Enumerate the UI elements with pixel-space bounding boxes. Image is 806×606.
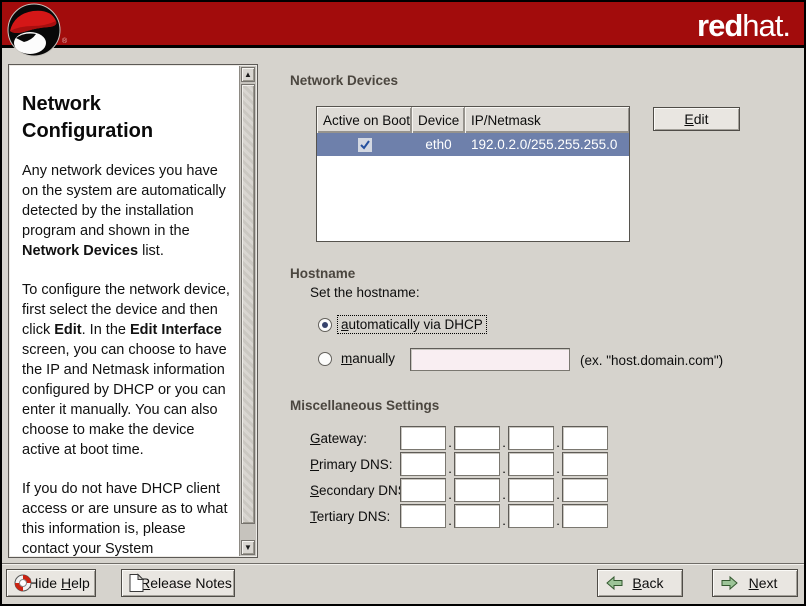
primary-dns-label: Primary DNS:	[310, 457, 393, 472]
help-content: Network Configuration Any network device…	[9, 65, 239, 557]
redhat-wordmark: redhat.	[697, 8, 790, 44]
octet-dot: .	[500, 462, 508, 476]
scrollbar-down-icon[interactable]: ▼	[241, 540, 255, 555]
secondary-dns-octet-2[interactable]	[454, 478, 500, 502]
active-on-boot-cell	[317, 138, 412, 152]
secondary-dns-octet-row: ...	[400, 478, 614, 502]
lifebuoy-icon	[14, 574, 32, 592]
registered-trademark: ®	[62, 38, 67, 45]
arrow-left-icon	[605, 575, 624, 591]
active-on-boot-checkbox[interactable]	[358, 138, 372, 152]
octet-dot: .	[446, 514, 454, 528]
gateway-octet-3[interactable]	[508, 426, 554, 450]
octet-dot: .	[554, 514, 562, 528]
next-button[interactable]: Next	[712, 569, 798, 597]
octet-dot: .	[554, 462, 562, 476]
tertiary-dns-octet-4[interactable]	[562, 504, 608, 528]
tertiary-dns-label: Tertiary DNS:	[310, 509, 390, 524]
ip-netmask-cell: 192.0.2.0/255.255.255.0	[465, 137, 629, 152]
hostname-input[interactable]	[410, 348, 570, 371]
scrollbar-thumb[interactable]	[241, 84, 255, 524]
octet-dot: .	[500, 514, 508, 528]
table-row-eth0[interactable]: eth0 192.0.2.0/255.255.255.0	[317, 133, 629, 156]
secondary-dns-octet-1[interactable]	[400, 478, 446, 502]
help-panel: Network Configuration Any network device…	[8, 64, 258, 558]
gateway-octet-4[interactable]	[562, 426, 608, 450]
help-paragraph-3: If you do not have DHCP client access or…	[22, 479, 233, 557]
back-button[interactable]: Back	[597, 569, 683, 597]
radio-unselected-icon[interactable]	[318, 352, 332, 366]
column-header-ip-netmask[interactable]: IP/Netmask	[465, 107, 629, 133]
gateway-octet-1[interactable]	[400, 426, 446, 450]
scrollbar-up-icon[interactable]: ▲	[241, 67, 255, 82]
wordmark-hat: hat.	[742, 8, 790, 43]
octet-dot: .	[446, 462, 454, 476]
radio-selected-icon[interactable]	[318, 318, 332, 332]
primary-dns-octet-3[interactable]	[508, 452, 554, 476]
tertiary-dns-octet-2[interactable]	[454, 504, 500, 528]
octet-dot: .	[554, 488, 562, 502]
hostname-hint: (ex. "host.domain.com")	[580, 353, 723, 368]
octet-dot: .	[446, 436, 454, 450]
primary-dns-octet-2[interactable]	[454, 452, 500, 476]
misc-settings-section-label: Miscellaneous Settings	[290, 398, 439, 413]
hostname-manual-label[interactable]: manually	[338, 350, 398, 367]
octet-dot: .	[554, 436, 562, 450]
primary-dns-octet-4[interactable]	[562, 452, 608, 476]
tertiary-dns-octet-1[interactable]	[400, 504, 446, 528]
network-devices-section-label: Network Devices	[290, 73, 398, 88]
primary-dns-octet-1[interactable]	[400, 452, 446, 476]
tertiary-dns-octet-3[interactable]	[508, 504, 554, 528]
network-devices-table: Active on Boot Device IP/Netmask eth0 19…	[316, 106, 630, 242]
hostname-auto-label[interactable]: automatically via DHCP	[338, 316, 486, 333]
help-paragraph-2: To configure the network device, first s…	[22, 280, 233, 460]
edit-button[interactable]: Edit	[653, 107, 740, 131]
secondary-dns-label: Secondary DNS:	[310, 483, 411, 498]
gateway-label: Gateway:	[310, 431, 367, 446]
column-header-active-on-boot[interactable]: Active on Boot	[317, 107, 412, 133]
octet-dot: .	[500, 488, 508, 502]
brand-header-bar	[2, 2, 804, 48]
hide-help-button[interactable]: Hide Help	[6, 569, 96, 597]
secondary-dns-octet-3[interactable]	[508, 478, 554, 502]
wordmark-red: red	[697, 8, 742, 43]
release-notes-button[interactable]: Release Notes	[121, 569, 235, 597]
column-header-device[interactable]: Device	[412, 107, 465, 133]
gateway-octet-row: ...	[400, 426, 614, 450]
primary-dns-octet-row: ...	[400, 452, 614, 476]
secondary-dns-octet-4[interactable]	[562, 478, 608, 502]
octet-dot: .	[500, 436, 508, 450]
redhat-shadowman-logo-icon	[6, 2, 62, 58]
help-scrollbar[interactable]: ▲ ▼	[239, 66, 256, 556]
octet-dot: .	[446, 488, 454, 502]
help-title: Network Configuration	[22, 91, 233, 145]
gateway-octet-2[interactable]	[454, 426, 500, 450]
table-header-row: Active on Boot Device IP/Netmask	[317, 107, 629, 133]
checkmark-icon	[358, 138, 372, 152]
tertiary-dns-octet-row: ...	[400, 504, 614, 528]
device-cell: eth0	[412, 137, 465, 152]
hostname-section-label: Hostname	[290, 266, 355, 281]
arrow-right-icon	[720, 575, 739, 591]
footer-separator	[2, 563, 804, 565]
installer-window: ® redhat. Network Configuration Any netw…	[0, 0, 806, 606]
document-icon	[129, 574, 144, 593]
hostname-auto-option[interactable]: automatically via DHCP	[318, 316, 486, 333]
hostname-manual-option[interactable]: manually	[318, 350, 398, 367]
help-paragraph-1: Any network devices you have on the syst…	[22, 161, 233, 261]
set-hostname-prompt: Set the hostname:	[310, 285, 420, 300]
